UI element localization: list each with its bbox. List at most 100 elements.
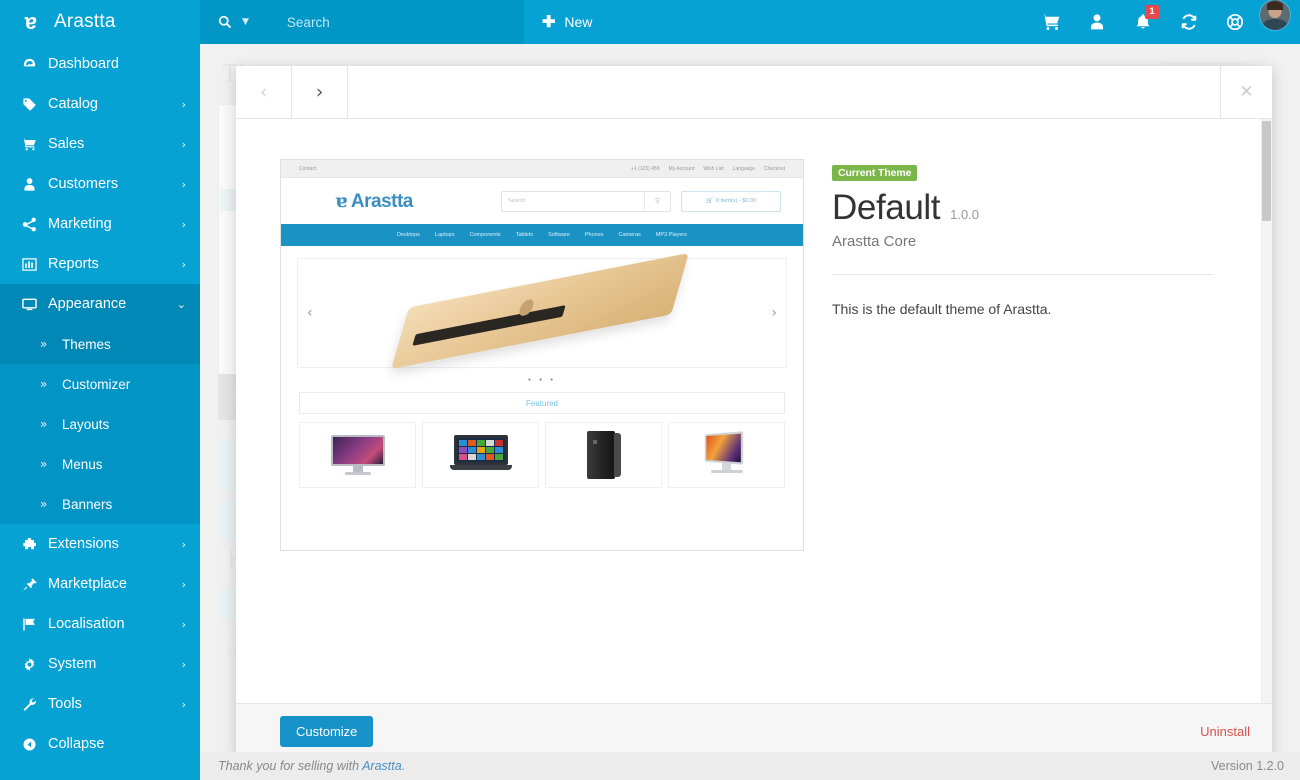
- theme-title-row: Default 1.0.0: [832, 188, 1242, 228]
- sidebar-item-banners[interactable]: » Banners: [0, 484, 200, 524]
- modal-body: Contact +1 (123) 456 My Account Wish Lis…: [236, 119, 1272, 703]
- theme-details-modal: ‹ › ✕ Contact +1 (123) 456 My Account Wi…: [236, 66, 1272, 758]
- sidebar-item-tools[interactable]: Tools ›: [0, 684, 200, 724]
- sidebar-item-layouts[interactable]: » Layouts: [0, 404, 200, 444]
- sidebar-item-menus[interactable]: » Menus: [0, 444, 200, 484]
- double-chevron-icon: »: [40, 457, 48, 471]
- theme-author: Arastta Core: [832, 233, 917, 250]
- sidebar-item-sales[interactable]: Sales ›: [0, 124, 200, 164]
- preview-nav-item: Phones: [584, 232, 604, 238]
- share-icon: [22, 217, 48, 232]
- preview-top-links: +1 (123) 456 My Account Wish List Langua…: [631, 166, 785, 172]
- preview-category-nav: Desktops Laptops Components Tablets Soft…: [281, 224, 803, 246]
- sidebar-item-marketing[interactable]: Marketing ›: [0, 204, 200, 244]
- sidebar-item-label: Customizer: [62, 376, 131, 392]
- sidebar-item-marketplace[interactable]: Marketplace ›: [0, 564, 200, 604]
- preview-store-logo: ɐ Arastta: [335, 190, 413, 213]
- collapse-icon: [22, 737, 48, 752]
- topbar-account-button[interactable]: [1074, 0, 1120, 44]
- search-icon: [218, 15, 232, 29]
- topbar-refresh-button[interactable]: [1166, 0, 1212, 44]
- chevron-right-icon: ›: [181, 537, 186, 551]
- monitor-icon: [330, 435, 385, 475]
- cart-icon: [1041, 13, 1061, 32]
- sidebar-item-label: Dashboard: [48, 56, 119, 72]
- sidebar-item-themes[interactable]: » Themes: [0, 324, 200, 364]
- sidebar-item-label: Localisation: [48, 616, 125, 632]
- uninstall-link[interactable]: Uninstall: [1200, 724, 1250, 739]
- preview-product-monitor: [299, 422, 416, 488]
- sidebar-item-reports[interactable]: Reports ›: [0, 244, 200, 284]
- chevron-right-icon: ›: [181, 257, 186, 271]
- sidebar-item-localisation[interactable]: Localisation ›: [0, 604, 200, 644]
- laptop-base: [449, 465, 512, 470]
- preview-featured-heading: Featured: [299, 392, 785, 414]
- preview-product-tower: [545, 422, 662, 488]
- wrench-icon: [22, 697, 48, 712]
- sidebar-item-extensions[interactable]: Extensions ›: [0, 524, 200, 564]
- preview-nav-item: Tablets: [515, 232, 534, 238]
- footer-version: Version 1.2.0: [1211, 759, 1284, 773]
- sidebar-item-appearance[interactable]: Appearance ⌄: [0, 284, 200, 324]
- sidebar-item-customers[interactable]: Customers ›: [0, 164, 200, 204]
- chevron-right-icon: ›: [181, 137, 186, 151]
- flag-icon: [22, 617, 48, 632]
- monitor-base: [344, 472, 371, 475]
- imac-base: [710, 470, 743, 473]
- sidebar-item-label: Customers: [48, 176, 119, 192]
- theme-name: Default: [832, 188, 941, 227]
- modal-scrollbar-track[interactable]: [1261, 119, 1272, 703]
- preview-utility-bar: Contact +1 (123) 456 My Account Wish Lis…: [281, 160, 803, 178]
- tower-body: [586, 431, 621, 479]
- sidebar-item-label: Tools: [48, 696, 82, 712]
- sidebar-item-dashboard[interactable]: Dashboard: [0, 44, 200, 84]
- tag-icon: [22, 97, 48, 112]
- notification-badge: 1: [1145, 5, 1159, 19]
- modal-scrollbar-thumb[interactable]: [1262, 121, 1271, 221]
- chevron-right-icon: ›: [181, 177, 186, 191]
- plus-icon: ✚: [542, 14, 556, 31]
- magnifier-icon: ⚲: [644, 191, 670, 211]
- preview-logo-text: Arastta: [350, 190, 413, 212]
- chevron-right-icon: ›: [181, 577, 186, 591]
- theme-version: 1.0.0: [950, 207, 980, 222]
- footer-thanks-prefix: Thank you for selling with: [218, 759, 363, 773]
- sidebar-item-label: Appearance: [48, 296, 127, 312]
- preview-product-laptop: [422, 422, 539, 488]
- preview-cart-icon: 🛒: [706, 198, 713, 204]
- close-icon[interactable]: ✕: [1220, 66, 1272, 118]
- laptop-icon: [449, 435, 512, 475]
- page-footer: Thank you for selling with Arastta. Vers…: [200, 752, 1300, 780]
- avatar[interactable]: [1260, 0, 1290, 30]
- topbar-notifications-button[interactable]: 1: [1120, 0, 1166, 44]
- chevron-down-icon: ⌄: [176, 297, 186, 311]
- theme-description: This is the default theme of Arastta.: [832, 301, 1052, 317]
- sidebar-item-label: Marketplace: [48, 576, 127, 592]
- next-theme-button[interactable]: ›: [292, 66, 348, 118]
- new-button[interactable]: ✚ New: [524, 0, 610, 44]
- imac-icon: [702, 431, 752, 477]
- sidebar-item-customizer[interactable]: » Customizer: [0, 364, 200, 404]
- footer-arastta-link[interactable]: Arastta: [362, 759, 402, 773]
- topbar-cart-button[interactable]: [1028, 0, 1074, 44]
- preview-hero-carousel: ‹ ›: [297, 253, 787, 369]
- search-input[interactable]: ▼ Search: [200, 0, 524, 44]
- brand-logo[interactable]: ɐ Arastta: [0, 0, 200, 44]
- double-chevron-icon: »: [40, 497, 48, 511]
- preview-nav-item: Software: [548, 232, 570, 238]
- brand-name: Arastta: [54, 11, 116, 32]
- preview-top-link: Wish List: [703, 165, 724, 172]
- preview-nav-item: Desktops: [396, 232, 420, 238]
- arastta-logo-icon: ɐ: [24, 9, 38, 34]
- sidebar-item-catalog[interactable]: Catalog ›: [0, 84, 200, 124]
- sidebar-item-collapse[interactable]: Collapse: [0, 724, 200, 764]
- search-dropdown-icon[interactable]: ▼: [242, 17, 249, 27]
- sidebar-item-system[interactable]: System ›: [0, 644, 200, 684]
- dashboard-icon: [22, 57, 48, 72]
- help-icon: [1226, 13, 1244, 31]
- topbar-help-button[interactable]: [1212, 0, 1258, 44]
- customize-button[interactable]: Customize: [280, 715, 374, 747]
- modal-header: ‹ › ✕: [236, 66, 1272, 119]
- previous-theme-button[interactable]: ‹: [236, 66, 292, 118]
- search-placeholder-text: Search: [286, 14, 330, 30]
